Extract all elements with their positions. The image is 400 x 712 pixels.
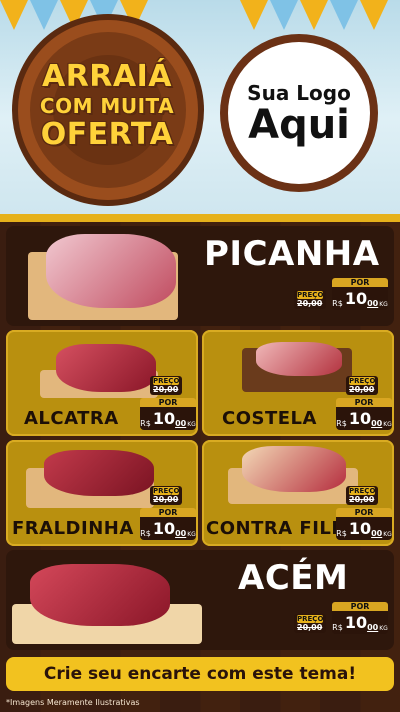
product-card-picanha[interactable]: PICANHA PREÇO 20,00 POR R$ 10 00 KG (6, 226, 394, 326)
festa-flag (330, 0, 358, 30)
price-tag: POR R$ 10 00 KG (140, 508, 196, 540)
campaign-title-line2: COM MUITA (39, 94, 175, 118)
product-card-contra-file[interactable]: CONTRA FILÉ PREÇO 20,00 POR R$ 10 00 KG (202, 440, 394, 546)
festa-flag (0, 0, 28, 30)
old-price-tag: PREÇO 20,00 (150, 376, 183, 395)
product-name: ALCATRA (24, 408, 119, 429)
disclaimer-text: *Imagens Meramente Ilustrativas (6, 698, 140, 707)
product-card-fraldinha[interactable]: FRALDINHA PREÇO 20,00 POR R$ 10 00 KG (6, 440, 198, 546)
meat-image (44, 450, 154, 496)
logo-text-line2: Aqui (248, 102, 350, 148)
campaign-title: ARRAIÁ COM MUITA OFERTA (14, 62, 200, 150)
price-tag: POR R$ 10 00 KG (336, 398, 392, 430)
festa-flag (30, 0, 58, 30)
price-tag: POR R$ 10 00 KG (332, 602, 388, 634)
price-tag: POR R$ 10 00 KG (332, 278, 388, 310)
meat-image (256, 342, 342, 376)
product-name: CONTRA FILÉ (206, 518, 345, 539)
old-price-tag: PREÇO 20,00 (294, 614, 327, 633)
meat-image (242, 446, 346, 492)
festa-flag (240, 0, 268, 30)
old-price-tag: PREÇO 20,00 (150, 486, 183, 505)
product-name: FRALDINHA (12, 518, 134, 539)
old-price-tag: PREÇO 20,00 (346, 376, 379, 395)
cta-button[interactable]: Crie seu encarte com este tema! (6, 657, 394, 691)
old-price-tag: PREÇO 20,00 (346, 486, 379, 505)
festa-flag (300, 0, 328, 30)
product-name: COSTELA (222, 408, 317, 429)
old-price-tag: PREÇO 20,00 (294, 290, 327, 309)
meat-image (56, 344, 156, 392)
price-tag: POR R$ 10 00 KG (140, 398, 196, 430)
campaign-title-line1: ARRAIÁ (41, 59, 173, 94)
festa-flag (270, 0, 298, 30)
product-card-acem[interactable]: ACÉM PREÇO 20,00 POR R$ 10 00 KG (6, 550, 394, 650)
campaign-title-line3: OFERTA (40, 117, 174, 152)
divider-band (0, 214, 400, 222)
meat-image (30, 564, 170, 626)
product-card-costela[interactable]: COSTELA PREÇO 20,00 POR R$ 10 00 KG (202, 330, 394, 436)
logo-placeholder[interactable]: Sua Logo Aqui (228, 42, 370, 184)
festa-flag (360, 0, 388, 30)
price-tag: POR R$ 10 00 KG (336, 508, 392, 540)
meat-image (46, 234, 176, 308)
product-name: ACÉM (238, 558, 349, 598)
product-name: PICANHA (204, 234, 380, 274)
header-banner: ARRAIÁ COM MUITA OFERTA Sua Logo Aqui (0, 0, 400, 215)
product-card-alcatra[interactable]: ALCATRA PREÇO 20,00 POR R$ 10 00 KG (6, 330, 198, 436)
